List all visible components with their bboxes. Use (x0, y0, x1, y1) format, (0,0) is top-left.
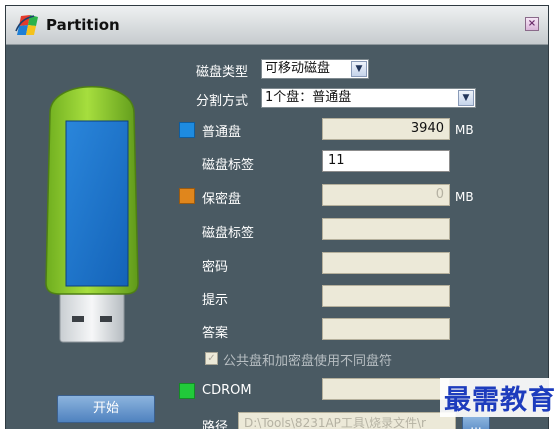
secure-disk-size-field[interactable]: 0 (322, 184, 450, 206)
disk-type-label: 磁盘类型 (196, 65, 249, 80)
normal-disk-volume-label: 磁盘标签 (202, 158, 255, 173)
secure-disk-unit: MB (455, 190, 474, 204)
path-input[interactable]: D:\Tools\8231AP工具\烧录文件\r (238, 412, 456, 429)
answer-input[interactable] (322, 318, 450, 340)
secure-disk-label-input[interactable] (322, 218, 450, 240)
disk-type-value: 可移动磁盘 (265, 61, 331, 76)
partition-mode-label: 分割方式 (196, 94, 249, 109)
normal-disk-size-field[interactable]: 3940 (322, 118, 450, 140)
normal-disk-label: 普通盘 (202, 125, 242, 140)
start-button[interactable]: 开始 (57, 395, 155, 423)
partition-mode-value: 1个盘：普通盘 (265, 90, 352, 105)
app-icon (15, 15, 38, 35)
cdrom-color-icon (179, 383, 195, 399)
disk-type-select[interactable]: 可移动磁盘 ▼ (261, 59, 369, 79)
answer-label: 答案 (202, 326, 229, 341)
cdrom-input[interactable] (322, 378, 450, 400)
watermark-logo: 最需教育 (440, 378, 559, 417)
window-title: Partition (46, 16, 120, 34)
password-input[interactable] (322, 252, 450, 274)
title-bar: Partition × (6, 6, 548, 45)
hint-input[interactable] (322, 285, 450, 307)
path-label: 路径 (202, 420, 229, 429)
normal-disk-color-icon (179, 122, 195, 138)
secure-disk-volume-label: 磁盘标签 (202, 226, 255, 241)
close-button[interactable]: × (525, 17, 539, 31)
chevron-down-icon[interactable]: ▼ (351, 61, 367, 77)
partition-window: Partition × 磁盘类型 可移动磁盘 ▼ 分割方式 1个盘：普通盘 ▼ … (5, 5, 549, 429)
browse-button[interactable]: ... (462, 416, 490, 429)
shared-letter-checkbox[interactable]: ✓ (205, 352, 218, 365)
cdrom-label: CDROM (202, 383, 252, 398)
shared-letter-label: 公共盘和加密盘使用不同盘符 (223, 354, 393, 369)
password-label: 密码 (202, 260, 229, 275)
usb-drive-icon (45, 86, 139, 343)
normal-disk-unit: MB (455, 123, 474, 137)
partition-mode-select[interactable]: 1个盘：普通盘 ▼ (261, 88, 476, 108)
secure-disk-color-icon (179, 188, 195, 204)
chevron-down-icon[interactable]: ▼ (458, 90, 474, 106)
hint-label: 提示 (202, 293, 229, 308)
secure-disk-label: 保密盘 (202, 192, 242, 207)
normal-disk-label-input[interactable]: 11 (322, 150, 450, 172)
